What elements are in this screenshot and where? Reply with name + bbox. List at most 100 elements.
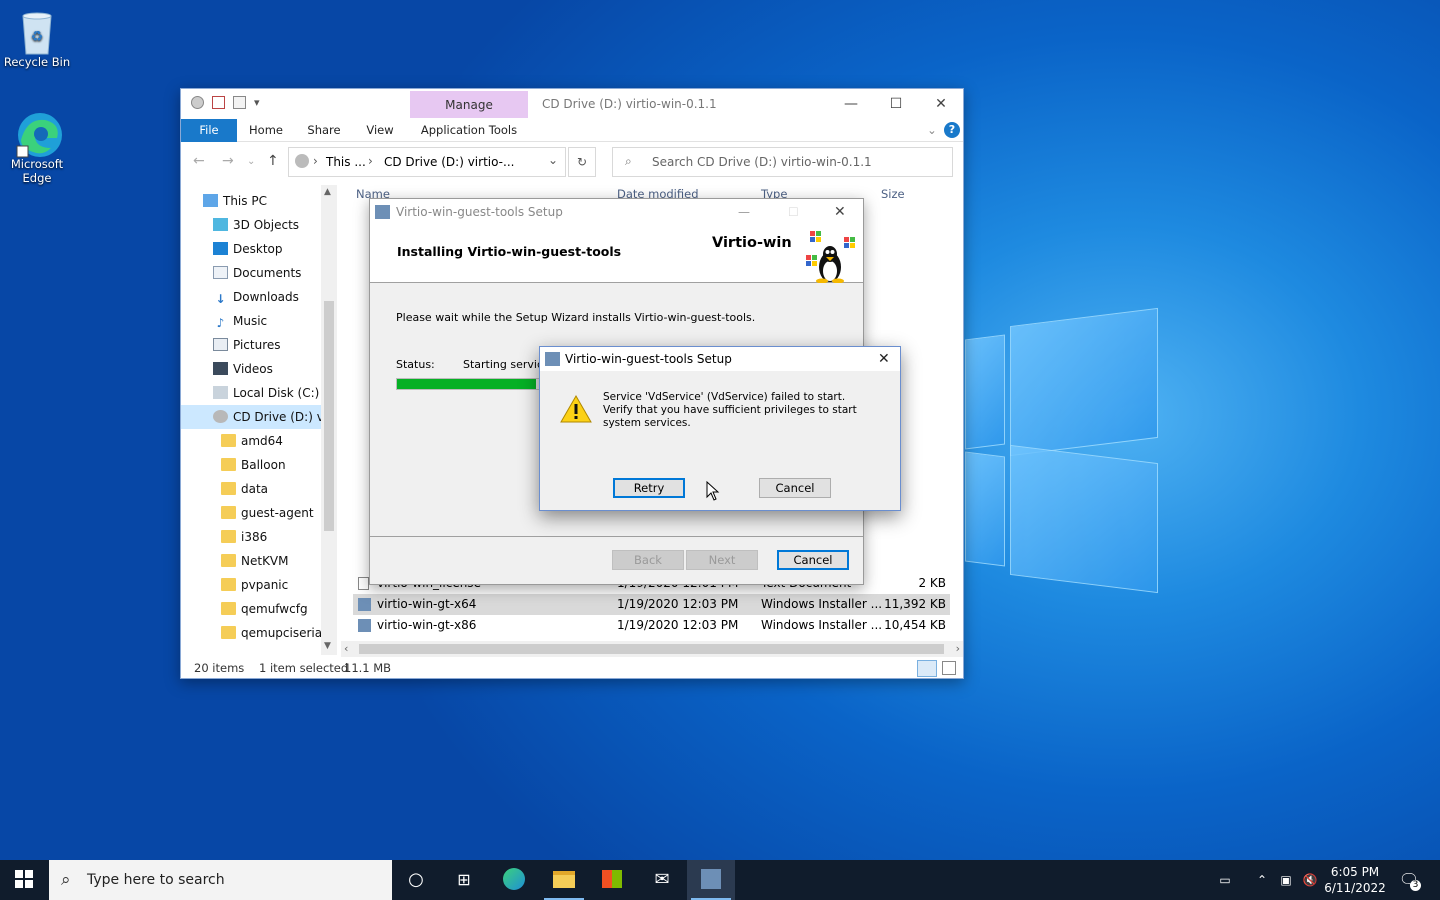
nav-item-pictures[interactable]: Pictures <box>181 333 321 357</box>
breadcrumb-cd-drive[interactable]: CD Drive (D:) virtio-... <box>384 155 514 169</box>
scroll-up-icon[interactable]: ▲ <box>324 187 331 197</box>
nav-item-folder[interactable]: qemupciserial <box>181 621 321 645</box>
maximize-button[interactable]: ☐ <box>876 93 916 115</box>
taskbar-mail-icon[interactable]: ✉ <box>638 860 686 900</box>
start-button[interactable] <box>0 860 48 900</box>
nav-item-label: qemufwcfg <box>241 602 308 616</box>
tab-application-tools[interactable]: Application Tools <box>410 119 528 142</box>
file-list-scrollbar[interactable]: ‹ › <box>341 641 963 657</box>
nav-item-folder[interactable]: data <box>181 477 321 501</box>
file-row[interactable]: virtio-win-gt-x64 1/19/2020 12:03 PM Win… <box>353 594 950 615</box>
error-message-text: Service 'VdService' (VdService) failed t… <box>603 391 857 429</box>
manage-contextual-tab[interactable]: Manage <box>410 91 528 118</box>
clock-date: 6/11/2022 <box>1324 881 1386 895</box>
message-cancel-button[interactable]: Cancel <box>759 478 831 498</box>
task-view-icon[interactable]: ⊞ <box>440 860 488 900</box>
back-arrow-icon[interactable]: ← <box>193 153 205 169</box>
nav-item-documents[interactable]: Documents <box>181 261 321 285</box>
minimize-button[interactable]: — <box>831 93 871 115</box>
tab-home[interactable]: Home <box>243 119 289 142</box>
nav-item-cd-drive[interactable]: CD Drive (D:) virt <box>181 405 321 429</box>
back-button[interactable]: Back <box>612 550 684 570</box>
clock[interactable]: 6:05 PM 6/11/2022 <box>1322 860 1388 900</box>
cortana-icon[interactable]: ○ <box>392 860 440 900</box>
nav-item-label: Videos <box>233 362 273 376</box>
expand-ribbon-icon[interactable]: ⌄ <box>923 119 941 142</box>
tab-view[interactable]: View <box>357 119 403 142</box>
nav-scrollbar[interactable]: ▲ ▼ <box>321 185 337 655</box>
nav-item-folder[interactable]: guest-agent <box>181 501 321 525</box>
scroll-left-icon[interactable]: ‹ <box>344 642 348 655</box>
close-button[interactable]: ✕ <box>878 347 890 371</box>
nav-item-label: Downloads <box>233 290 299 304</box>
network-icon[interactable]: ▣ <box>1275 860 1297 900</box>
nav-item-local-disk[interactable]: Local Disk (C:) <box>181 381 321 405</box>
nav-item-label: data <box>241 482 269 496</box>
notification-badge: 3 <box>1410 880 1421 891</box>
taskbar-search-box[interactable]: ⌕ Type here to search <box>49 860 392 900</box>
nav-item-videos[interactable]: Videos <box>181 357 321 381</box>
nav-item-3d-objects[interactable]: 3D Objects <box>181 213 321 237</box>
scroll-right-icon[interactable]: › <box>956 642 960 655</box>
nav-item-music[interactable]: ♪ Music <box>181 309 321 333</box>
nav-item-downloads[interactable]: ↓ Downloads <box>181 285 321 309</box>
nav-item-folder[interactable]: pvpanic <box>181 573 321 597</box>
setup-cancel-button[interactable]: Cancel <box>777 550 849 570</box>
desktop-icon-edge[interactable]: Microsoft Edge <box>1 110 73 185</box>
breadcrumb-this-pc[interactable]: This ... <box>326 155 366 169</box>
taskbar-setup-icon[interactable] <box>687 860 735 900</box>
installer-icon <box>375 205 390 219</box>
scroll-thumb[interactable] <box>359 644 944 654</box>
address-bar[interactable]: › This ... › CD Drive (D:) virtio-... ⌄ <box>288 147 566 177</box>
nav-item-folder[interactable]: qemufwcfg <box>181 597 321 621</box>
recycle-bin-icon: ♻ <box>15 8 59 55</box>
nav-item-label: amd64 <box>241 434 283 448</box>
nav-item-folder[interactable]: i386 <box>181 525 321 549</box>
nav-item-folder[interactable]: amd64 <box>181 429 321 453</box>
input-indicator-icon[interactable]: ▭ <box>1210 860 1240 900</box>
close-button[interactable]: ✕ <box>834 199 846 225</box>
qat-dropdown-icon[interactable]: ▾ <box>254 96 260 109</box>
scroll-down-icon[interactable]: ▼ <box>324 641 331 651</box>
refresh-icon[interactable]: ↻ <box>568 147 596 177</box>
setup-header: Installing Virtio-win-guest-tools Virtio… <box>370 225 863 284</box>
scroll-thumb[interactable] <box>324 301 334 531</box>
large-icons-view-icon[interactable] <box>942 661 956 675</box>
folder-icon <box>221 458 236 471</box>
recent-dropdown-icon[interactable]: ⌄ <box>247 156 255 167</box>
show-hidden-icons-icon[interactable]: ⌃ <box>1252 860 1272 900</box>
progress-fill <box>397 379 536 389</box>
nav-item-folder[interactable]: Balloon <box>181 453 321 477</box>
help-icon[interactable]: ? <box>944 122 960 138</box>
action-center-icon[interactable]: 🗨 3 <box>1394 860 1424 900</box>
new-folder-icon[interactable] <box>233 96 246 109</box>
nav-item-folder[interactable]: NetKVM <box>181 549 321 573</box>
retry-button[interactable]: Retry <box>613 478 685 498</box>
taskbar-store-icon[interactable] <box>588 860 636 900</box>
nav-item-this-pc[interactable]: This PC <box>181 189 321 213</box>
next-button[interactable]: Next <box>686 550 758 570</box>
nav-item-desktop[interactable]: Desktop <box>181 237 321 261</box>
drive-icon[interactable] <box>191 96 204 109</box>
nav-item-label: Documents <box>233 266 302 280</box>
close-button[interactable]: ✕ <box>921 93 961 115</box>
address-dropdown-icon[interactable]: ⌄ <box>548 153 558 167</box>
taskbar-edge-icon[interactable] <box>490 860 538 900</box>
volume-muted-icon[interactable]: 🔇 <box>1299 860 1321 900</box>
desktop-icon-recycle-bin[interactable]: ♻ Recycle Bin <box>1 8 73 69</box>
forward-arrow-icon[interactable]: → <box>222 153 234 169</box>
setup-brand: Virtio-win <box>712 235 792 251</box>
tab-file[interactable]: File <box>181 119 237 142</box>
column-header-size[interactable]: Size <box>881 187 905 201</box>
tab-share[interactable]: Share <box>301 119 347 142</box>
up-arrow-icon[interactable]: ↑ <box>267 153 279 169</box>
search-box[interactable]: ⌕ Search CD Drive (D:) virtio-win-0.1.1 <box>612 147 953 177</box>
maximize-button[interactable]: ☐ <box>788 199 799 225</box>
file-row[interactable]: virtio-win-gt-x86 1/19/2020 12:03 PM Win… <box>353 615 950 636</box>
properties-icon[interactable] <box>212 96 225 109</box>
details-view-icon[interactable] <box>917 660 937 677</box>
minimize-button[interactable]: — <box>738 199 750 225</box>
taskbar-file-explorer-icon[interactable] <box>540 860 588 900</box>
search-placeholder: Search CD Drive (D:) virtio-win-0.1.1 <box>652 155 872 169</box>
ribbon-tabs: File Home Share View Application Tools ⌄… <box>181 119 963 142</box>
